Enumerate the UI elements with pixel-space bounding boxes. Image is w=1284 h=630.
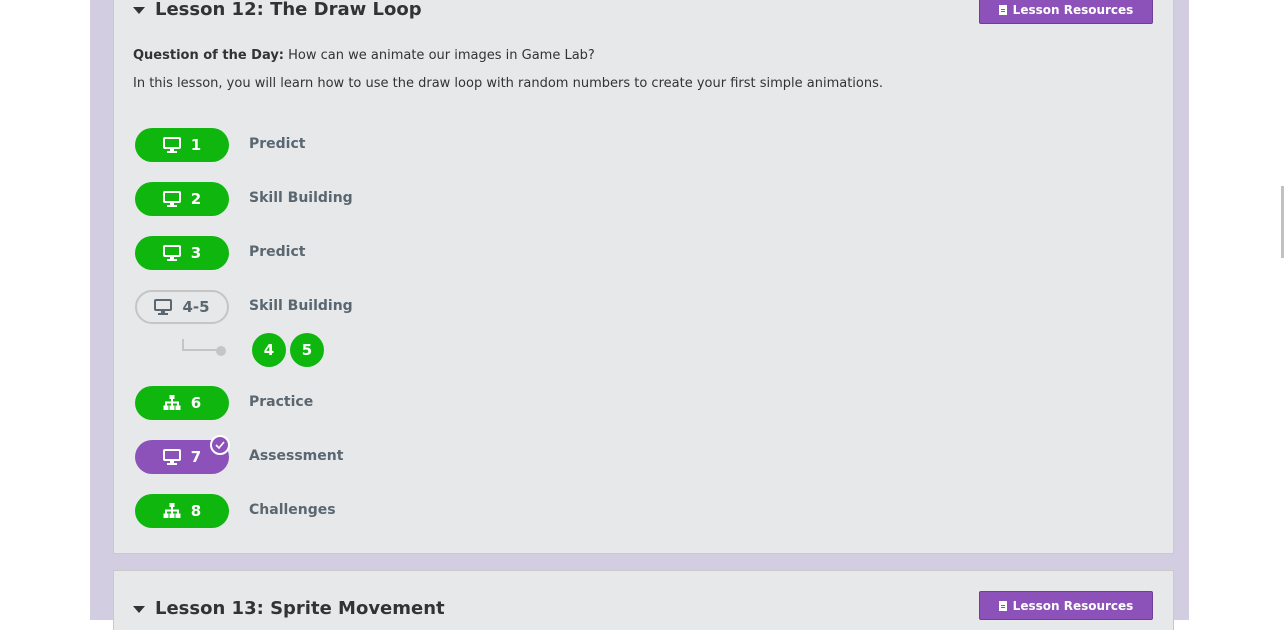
level-label-1[interactable]: Predict [249, 136, 305, 152]
level-number: 1 [190, 136, 202, 154]
sitemap-icon [163, 395, 181, 410]
file-icon [998, 600, 1007, 611]
level-bubble-1[interactable]: 1 [135, 128, 229, 162]
caret-down-icon[interactable] [133, 7, 145, 14]
connector-dot [216, 346, 226, 356]
level-bubble-6[interactable]: 6 [135, 386, 229, 420]
level-number: 2 [190, 190, 202, 208]
lesson-13-resources-button[interactable]: Lesson Resources [979, 591, 1153, 620]
question-label: Question of the Day: [133, 48, 285, 63]
level-label-4-5[interactable]: Skill Building [249, 298, 353, 314]
question-text: How can we animate our images in Game La… [284, 48, 595, 63]
lesson-description: In this lesson, you will learn how to us… [133, 76, 884, 91]
level-label-2[interactable]: Skill Building [249, 190, 353, 206]
level-number: 6 [190, 394, 202, 412]
level-label-6[interactable]: Practice [249, 394, 313, 410]
level-label-8[interactable]: Challenges [249, 502, 336, 518]
sublevel-connector [182, 339, 220, 351]
desktop-icon [162, 245, 181, 261]
desktop-icon [162, 191, 181, 207]
file-icon [998, 5, 1007, 15]
level-bubble-2[interactable]: 2 [135, 182, 229, 216]
level-bubble-4-5[interactable]: 4-5 [135, 290, 229, 324]
sitemap-icon [163, 503, 181, 518]
level-number: 8 [190, 502, 202, 520]
level-number: 7 [190, 448, 202, 466]
question-of-the-day: Question of the Day: How can we animate … [133, 48, 595, 63]
desktop-icon [162, 137, 181, 153]
level-bubble-3[interactable]: 3 [135, 236, 229, 270]
check-icon [210, 435, 230, 455]
lesson-resources-label: Lesson Resources [1012, 3, 1134, 17]
desktop-icon [162, 449, 181, 465]
desktop-icon [154, 299, 173, 315]
level-number: 3 [190, 244, 202, 262]
sublevel-bubble-4[interactable]: 4 [252, 333, 286, 367]
level-bubble-8[interactable]: 8 [135, 494, 229, 528]
lesson-13-title[interactable]: Lesson 13: Sprite Movement [155, 598, 445, 619]
lesson-12-resources-button[interactable]: Lesson Resources [979, 0, 1153, 24]
level-label-7[interactable]: Assessment [249, 448, 343, 464]
level-number: 4-5 [182, 298, 210, 316]
sublevel-bubble-5[interactable]: 5 [290, 333, 324, 367]
caret-down-icon[interactable] [133, 606, 145, 613]
level-label-3[interactable]: Predict [249, 244, 305, 260]
lesson-12-title[interactable]: Lesson 12: The Draw Loop [155, 0, 422, 20]
lesson-resources-label: Lesson Resources [1012, 598, 1134, 613]
